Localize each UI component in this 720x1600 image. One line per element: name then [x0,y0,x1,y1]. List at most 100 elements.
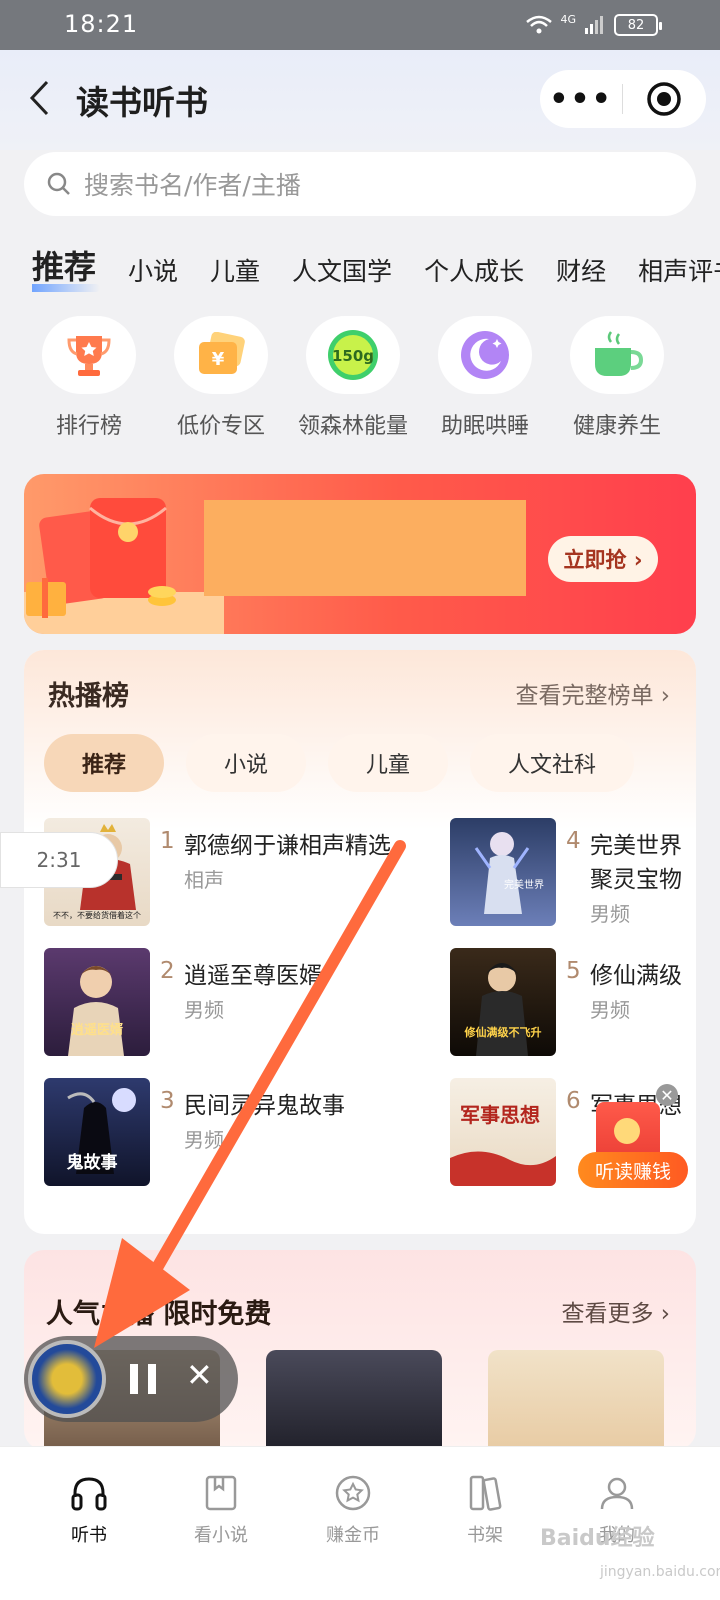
wifi-icon [526,15,553,34]
red-envelope-gift-illustration [24,498,224,634]
cover-caption: 不不，不要给货借着这个 [53,910,141,920]
quick-entry-health[interactable]: 健康养生 [554,316,680,440]
cover-caption: 军事思想 [460,1103,540,1127]
popular-book-cover[interactable] [266,1350,442,1450]
tab-children[interactable]: 儿童 [210,252,260,294]
person-icon [600,1477,634,1510]
bookshelf-icon [469,1475,502,1511]
listening-timer[interactable]: 2:31 [0,832,118,888]
grab-now-button[interactable]: 立即抢 › [548,536,658,582]
book-category: 男频 [590,902,630,926]
book-title-line2: 聚灵宝物 [590,867,682,893]
promo-banner[interactable]: 立即抢 › [24,474,696,634]
quick-entry-ranking[interactable]: 排行榜 [26,316,152,440]
quick-entry-sleep[interactable]: 助眠哄睡 [422,316,548,440]
coin-icon [614,1118,640,1144]
view-more-link[interactable]: 查看更多 › [561,1294,670,1328]
energy-150g-icon: 150g [306,316,400,394]
nav-label: 看小说 [194,1525,248,1546]
search-bar[interactable]: 搜索书名/作者/主播 [24,152,696,216]
cover-caption: 逍遥医婿 [71,1022,124,1038]
nav-item-novel[interactable]: 看小说 [166,1473,276,1547]
book-cover: 完美世界 [450,818,556,926]
tab-recommend[interactable]: 推荐 [32,244,101,294]
tab-growth[interactable]: 个人成长 [424,252,524,294]
trophy-icon [42,316,136,394]
status-time: 18:21 [64,10,139,38]
chip-novel[interactable]: 小说 [186,734,307,792]
battery-level: 82 [627,17,645,33]
more-menu-button[interactable]: ••• [540,82,622,117]
view-full-chart-link[interactable]: 查看完整榜单 › [515,676,670,710]
close-player-button[interactable]: ✕ [186,1356,213,1394]
quick-entry-label: 领森林能量 [297,414,408,439]
target-circle-icon [647,82,681,116]
back-arrow-icon[interactable] [28,80,50,116]
watermark-url: jingyan.baidu.com [600,1564,720,1580]
book-title: 完美世界 [590,833,682,859]
svg-text:¥: ¥ [212,349,225,370]
hot-chart-title: 热播榜 [48,681,129,712]
search-input[interactable]: 搜索书名/作者/主播 [84,166,301,202]
quick-entry-label: 低价专区 [176,414,265,439]
ticket-icon: ¥ [174,316,268,394]
pause-button[interactable] [126,1364,162,1394]
book-title: 民间灵异鬼故事 [184,1093,345,1119]
hot-chart-item[interactable]: 修仙满级不飞升 5 修仙满级 男频 [450,948,696,1056]
book-category: 男频 [590,998,630,1022]
hot-chart-item[interactable]: 鬼故事 3 民间灵异鬼故事 男频 [44,1078,345,1186]
close-program-button[interactable] [623,81,705,117]
book-category: 男频 [184,998,224,1022]
cover-caption: 完美世界 [504,878,544,891]
book-cover: 逍遥医婿 [44,948,150,1056]
book-cover: 鬼故事 [44,1078,150,1186]
tab-finance[interactable]: 财经 [556,252,606,294]
moon-icon [438,316,532,394]
promo-highlight-block [204,500,526,596]
listen-earn-label: 听读赚钱 [578,1152,688,1188]
tab-crosstalk[interactable]: 相声评书 [638,252,720,294]
cover-caption: 修仙满级不飞升 [464,1025,542,1039]
mini-player: ✕ [24,1336,238,1422]
rank-number: 1 [160,828,175,854]
hot-chart-item[interactable]: 完美世界 4 完美世界 聚灵宝物 男频 [450,818,696,926]
nav-item-bookshelf[interactable]: 书架 [430,1473,540,1547]
watermark-brand: Baidu经验 [540,1526,655,1551]
quick-entry-label: 健康养生 [572,414,661,439]
status-bar: 18:21 4G 82 [0,0,720,50]
energy-badge-text: 150g [332,347,374,365]
tab-humanities[interactable]: 人文国学 [292,252,392,294]
listen-earn-badge[interactable]: 听读赚钱 [578,1102,688,1188]
popular-section-title: 人气主播 限时免费 [46,1299,272,1330]
status-icons: 4G 82 [526,12,662,36]
rank-number: 3 [160,1088,175,1114]
mini-program-capsule: ••• [540,70,706,128]
nav-item-listen[interactable]: 听书 [34,1473,144,1547]
hot-chart-item[interactable]: 逍遥医婿 2 逍遥至尊医婿 男频 [44,948,344,1056]
teacup-icon [570,316,664,394]
category-tabs: 推荐 小说 儿童 人文国学 个人成长 财经 相声评书 [32,244,720,294]
quick-entries: 排行榜 ¥ 低价专区 150g 领森林能量 助眠哄睡 健康养生 [0,316,720,446]
network-type: 4G [560,12,576,26]
book-title: 修仙满级 [590,963,682,989]
tab-novel[interactable]: 小说 [128,252,178,294]
rank-number: 6 [566,1088,581,1114]
book-icon [205,1475,237,1511]
now-playing-disc[interactable] [28,1340,106,1418]
battery-indicator: 82 [614,14,662,36]
popular-book-cover[interactable] [488,1350,664,1450]
hot-chart-chips: 推荐 小说 儿童 人文社科 [44,734,635,792]
quick-entry-discount[interactable]: ¥ 低价专区 [158,316,284,440]
nav-item-coins[interactable]: 赚金币 [298,1473,408,1547]
rank-number: 5 [566,958,581,984]
nav-label: 赚金币 [326,1525,380,1546]
quick-entry-forest-energy[interactable]: 150g 领森林能量 [290,316,416,440]
chip-recommend[interactable]: 推荐 [44,734,165,792]
book-cover: 军事思想 [450,1078,556,1186]
search-icon [47,172,70,195]
headphones-icon [71,1477,107,1511]
chip-humanities[interactable]: 人文社科 [470,734,635,792]
rank-number: 2 [160,958,175,984]
page-title: 读书听书 [76,83,208,122]
chip-children[interactable]: 儿童 [328,734,449,792]
